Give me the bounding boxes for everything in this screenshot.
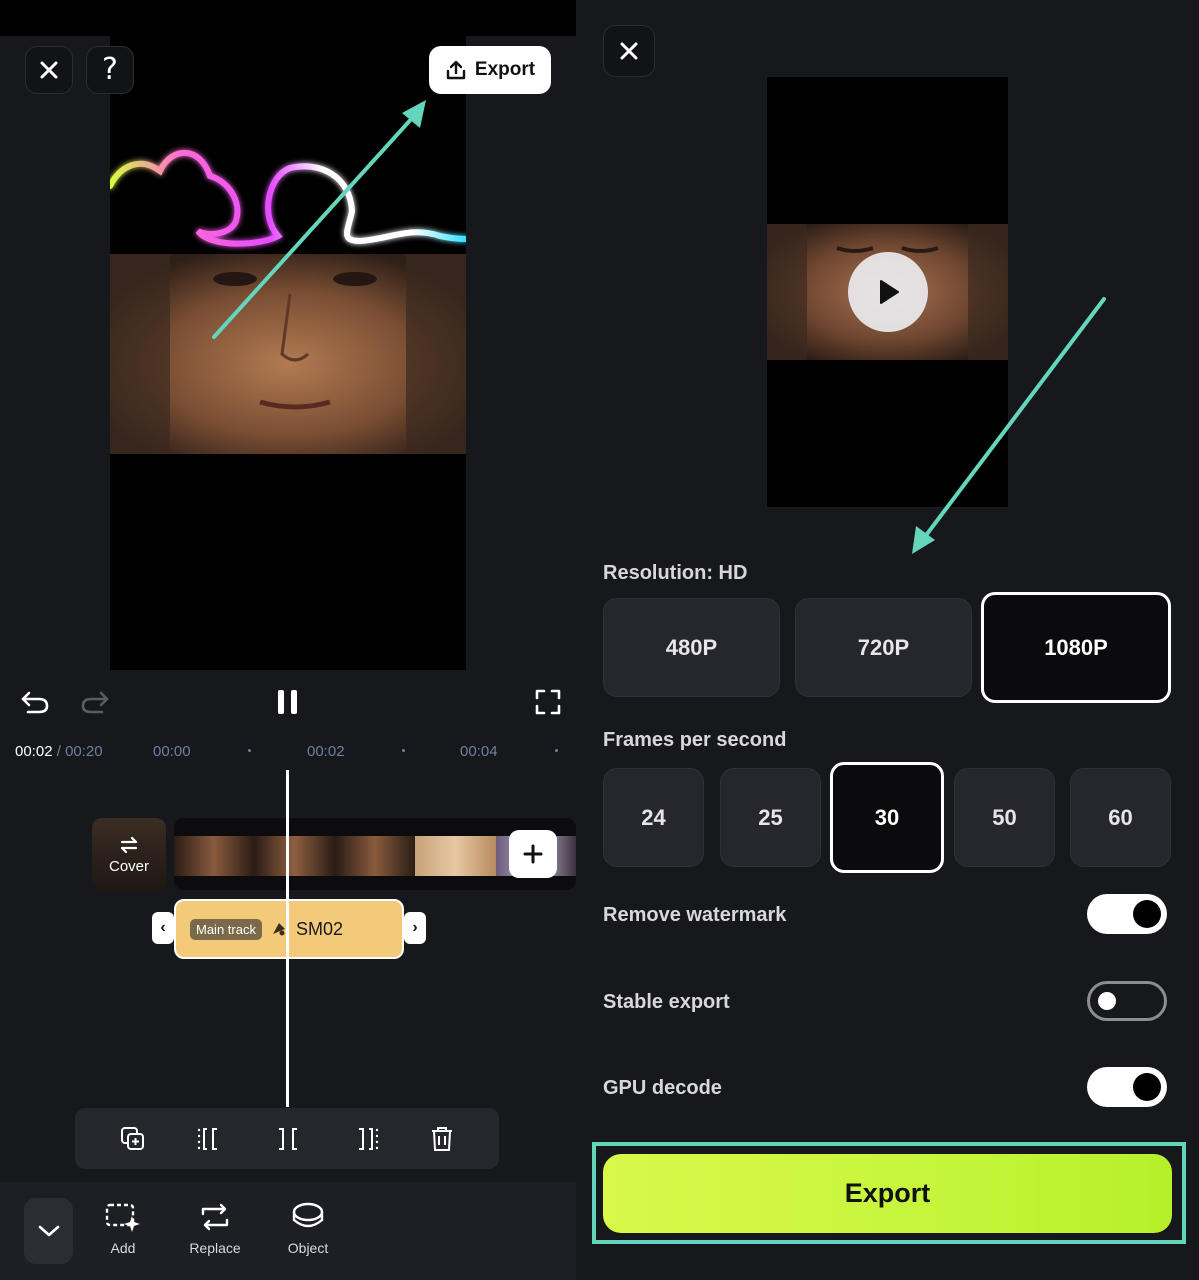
split-left-icon[interactable]	[195, 1125, 225, 1153]
duplicate-icon[interactable]	[119, 1125, 147, 1153]
nav-add[interactable]: Add	[83, 1200, 163, 1256]
bottom-nav: Add Replace Object	[0, 1182, 576, 1280]
export-button[interactable]: Export	[603, 1154, 1172, 1233]
timecode-total: 00:20	[65, 743, 103, 760]
video-preview[interactable]	[110, 36, 466, 670]
toggle-knob	[1098, 992, 1116, 1010]
add-media-icon	[105, 1203, 140, 1232]
add-clip-button[interactable]	[509, 830, 557, 878]
fps-60[interactable]: 60	[1070, 768, 1171, 867]
fps-25[interactable]: 25	[720, 768, 821, 867]
nav-replace-label: Replace	[189, 1240, 241, 1256]
replace-icon	[201, 1203, 229, 1231]
redo-button[interactable]	[78, 686, 112, 718]
remove-watermark-label: Remove watermark	[603, 904, 787, 926]
swap-icon	[120, 836, 138, 853]
object-icon	[292, 1202, 324, 1228]
nav-replace[interactable]: Replace	[175, 1200, 255, 1256]
resolution-720p[interactable]: 720P	[795, 598, 972, 697]
help-button[interactable]: ?	[86, 46, 134, 94]
fps-50[interactable]: 50	[954, 768, 1055, 867]
export-settings-panel: Resolution: HD 480P 720P 1080P Frames pe…	[576, 0, 1199, 1280]
plus-icon	[523, 844, 543, 864]
timecode-current: 00:02	[15, 743, 53, 760]
timecode-separator: /	[52, 743, 66, 760]
play-icon	[880, 280, 899, 304]
toggle-knob	[1133, 900, 1161, 928]
trim-handle-right[interactable]: ›	[404, 912, 426, 944]
stable-export-label: Stable export	[603, 991, 730, 1013]
redo-icon	[81, 691, 109, 714]
status-strip	[0, 0, 576, 36]
playhead[interactable]	[286, 770, 289, 1107]
export-button-top[interactable]: Export	[429, 46, 551, 94]
main-track-tag: Main track	[190, 918, 262, 940]
fps-label: Frames per second	[603, 729, 787, 751]
film-frame	[334, 836, 416, 876]
split-icon[interactable]	[273, 1125, 303, 1153]
ruler-tick: 00:02	[307, 743, 345, 760]
close-icon	[620, 42, 638, 60]
trim-handle-left[interactable]: ‹	[152, 912, 174, 944]
fullscreen-icon	[535, 689, 561, 715]
play-preview-button[interactable]	[848, 252, 928, 332]
edit-toolbar	[75, 1108, 499, 1169]
upload-icon	[446, 60, 466, 80]
resolution-480p[interactable]: 480P	[603, 598, 780, 697]
film-frame	[174, 836, 255, 876]
cover-button[interactable]: Cover	[92, 818, 166, 892]
ruler-dot	[402, 749, 405, 752]
cover-label: Cover	[108, 857, 149, 875]
pause-button[interactable]	[272, 686, 304, 718]
close-icon	[40, 61, 58, 79]
editor-panel: ? Export 00:02 / 00:20 00:00 00:02 00:04…	[0, 0, 576, 1280]
nav-object[interactable]: Object	[268, 1200, 348, 1256]
face-video-frame	[110, 254, 466, 454]
ruler-dot	[248, 749, 251, 752]
undo-button[interactable]	[18, 686, 52, 718]
film-frame	[254, 836, 335, 876]
nav-object-label: Object	[287, 1240, 329, 1256]
fps-24[interactable]: 24	[603, 768, 704, 867]
toggle-knob	[1133, 1073, 1161, 1101]
collapse-button[interactable]	[24, 1198, 73, 1264]
stable-export-toggle[interactable]	[1087, 981, 1167, 1021]
trash-icon[interactable]	[429, 1125, 455, 1153]
pause-icon	[278, 690, 297, 714]
resolution-label: Resolution: HD	[603, 562, 748, 584]
ruler-tick: 00:04	[460, 743, 498, 760]
nav-add-label: Add	[110, 1240, 136, 1256]
export-label: Export	[474, 59, 536, 80]
close-export-button[interactable]	[603, 25, 655, 77]
split-right-icon[interactable]	[351, 1125, 381, 1153]
help-icon: ?	[102, 52, 118, 87]
gpu-decode-label: GPU decode	[603, 1077, 722, 1099]
main-track-clip[interactable]: Main track SM02	[174, 899, 404, 959]
ruler-tick: 00:00	[153, 743, 191, 760]
undo-icon	[21, 691, 49, 714]
remove-watermark-toggle[interactable]	[1087, 894, 1167, 934]
clip-name: SM02	[295, 918, 343, 939]
resolution-1080p[interactable]: 1080P	[981, 592, 1171, 703]
chevron-down-icon	[38, 1225, 59, 1237]
gpu-decode-toggle[interactable]	[1087, 1067, 1167, 1107]
ruler-dot	[555, 749, 558, 752]
timecode: 00:02 / 00:20	[15, 743, 103, 760]
fps-30[interactable]: 30	[830, 762, 944, 873]
export-preview	[767, 77, 1008, 507]
neon-scribble-overlay	[110, 149, 466, 247]
close-button[interactable]	[25, 46, 73, 94]
fullscreen-button[interactable]	[532, 686, 564, 718]
film-frame	[415, 836, 496, 876]
